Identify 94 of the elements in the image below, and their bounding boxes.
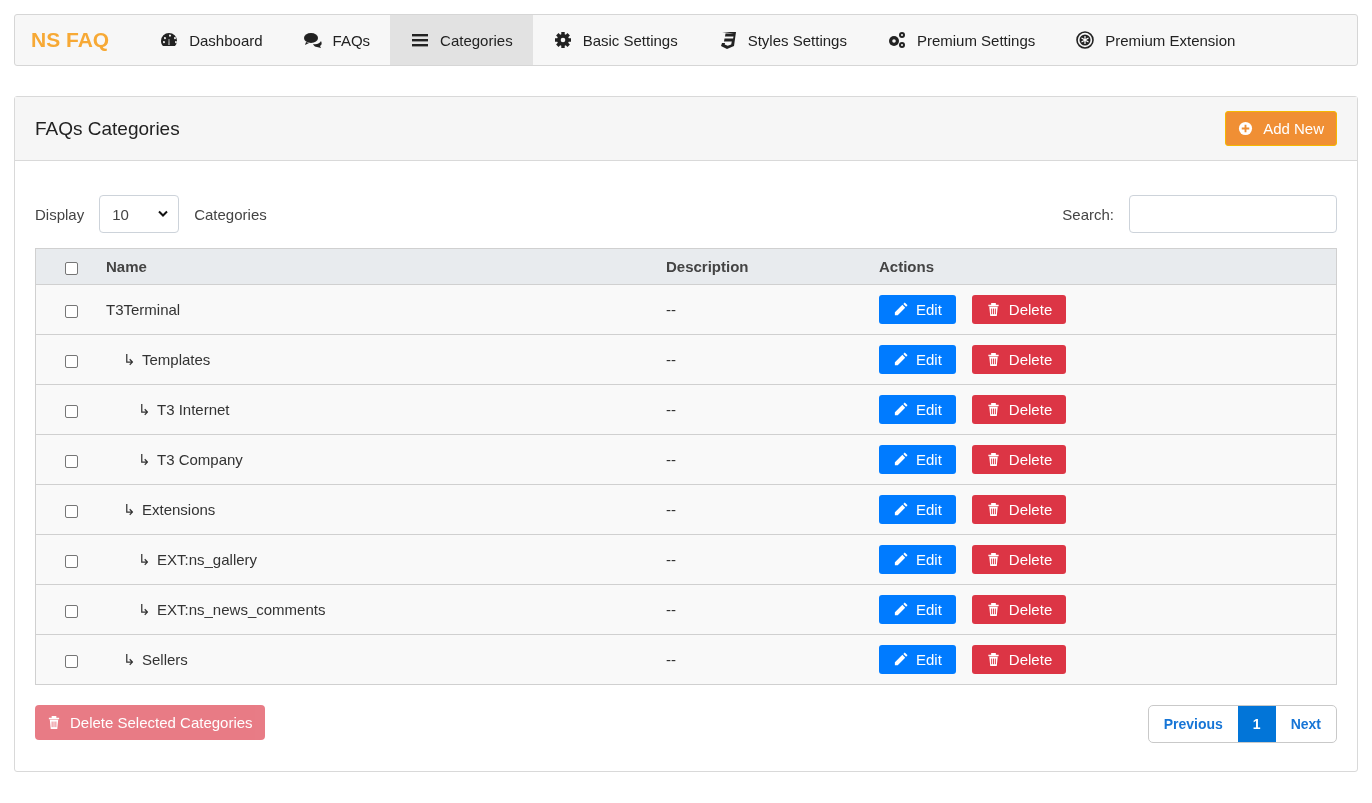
indent-arrow: ↳ xyxy=(138,550,151,569)
indent-arrow: ↳ xyxy=(123,350,136,369)
brand-logo: NS FAQ xyxy=(30,27,111,53)
delete-button[interactable]: Delete xyxy=(971,445,1067,474)
page-length-select[interactable]: 10 xyxy=(99,195,180,233)
category-name: EXT:ns_gallery xyxy=(157,551,258,568)
pencil-icon xyxy=(893,352,908,367)
edit-button[interactable]: Edit xyxy=(879,595,956,624)
emblem-icon xyxy=(1075,31,1096,49)
pencil-icon xyxy=(893,402,908,417)
pencil-icon xyxy=(893,552,908,567)
row-checkbox[interactable] xyxy=(64,654,78,668)
row-checkbox[interactable] xyxy=(64,404,78,418)
nav-tab[interactable]: Categories xyxy=(390,15,533,65)
settings-icon xyxy=(552,31,573,49)
page-link[interactable]: Next xyxy=(1275,706,1336,742)
trash-icon xyxy=(47,714,61,730)
search-label: Search: xyxy=(1062,205,1114,223)
delete-button[interactable]: Delete xyxy=(971,295,1067,324)
delete-button[interactable]: Delete xyxy=(971,545,1067,574)
delete-button[interactable]: Delete xyxy=(971,345,1067,374)
category-name: Sellers xyxy=(142,651,188,668)
category-description: -- xyxy=(666,284,879,335)
category-name: T3 Company xyxy=(157,451,243,468)
nav-tab[interactable]: Basic Settings xyxy=(532,15,698,65)
column-header: Description xyxy=(666,248,879,285)
trash-icon xyxy=(985,452,1001,467)
indent-arrow: ↳ xyxy=(138,450,151,469)
column-header: Name xyxy=(106,248,666,285)
nav-tab[interactable]: Premium Settings xyxy=(866,15,1056,65)
select-all-checkbox[interactable] xyxy=(64,261,78,275)
chat-bubbles-icon xyxy=(302,31,323,49)
category-name: T3Terminal xyxy=(106,301,181,318)
display-label: Display xyxy=(35,205,85,223)
edit-button[interactable]: Edit xyxy=(879,445,956,474)
edit-button[interactable]: Edit xyxy=(879,645,956,674)
category-name: T3 Internet xyxy=(157,401,230,418)
edit-button[interactable]: Edit xyxy=(879,395,956,424)
category-description: -- xyxy=(666,434,879,485)
trash-icon xyxy=(985,502,1001,517)
indent-arrow: ↳ xyxy=(123,500,136,519)
card-title: FAQs Categories xyxy=(35,117,180,140)
nav-tab[interactable]: Dashboard xyxy=(139,15,283,65)
trash-icon xyxy=(985,552,1001,567)
chevron-down-icon xyxy=(158,210,169,218)
indent-arrow: ↳ xyxy=(138,600,151,619)
edit-button[interactable]: Edit xyxy=(879,295,956,324)
category-description: -- xyxy=(666,384,879,435)
delete-button[interactable]: Delete xyxy=(971,595,1067,624)
delete-button[interactable]: Delete xyxy=(971,395,1067,424)
delete-button[interactable]: Delete xyxy=(971,645,1067,674)
edit-button[interactable]: Edit xyxy=(879,545,956,574)
indent-arrow: ↳ xyxy=(138,400,151,419)
add-new-button[interactable]: Add New xyxy=(1225,111,1337,146)
trash-icon xyxy=(985,302,1001,317)
row-checkbox[interactable] xyxy=(64,504,78,518)
trash-icon xyxy=(985,402,1001,417)
trash-icon xyxy=(985,602,1001,617)
gauge-icon xyxy=(159,31,180,49)
row-checkbox[interactable] xyxy=(64,304,78,318)
page-link[interactable]: 1 xyxy=(1237,706,1276,742)
category-description: -- xyxy=(666,534,879,585)
pencil-icon xyxy=(893,302,908,317)
category-description: -- xyxy=(666,484,879,535)
row-checkbox[interactable] xyxy=(64,554,78,568)
category-name: EXT:ns_news_comments xyxy=(157,601,326,618)
indent-arrow: ↳ xyxy=(123,650,136,669)
row-checkbox[interactable] xyxy=(64,604,78,618)
nav-tab[interactable]: Styles Settings xyxy=(697,15,867,65)
page-link[interactable]: Previous xyxy=(1148,706,1238,742)
gears-icon xyxy=(886,31,907,49)
column-header: Actions xyxy=(879,248,1337,285)
nav-tab[interactable]: Premium Extension xyxy=(1055,15,1256,65)
trash-icon xyxy=(985,652,1001,667)
search-field[interactable] xyxy=(1129,195,1337,233)
nav-tab[interactable]: FAQs xyxy=(282,15,391,65)
category-description: -- xyxy=(666,584,879,635)
pencil-icon xyxy=(893,452,908,467)
row-checkbox[interactable] xyxy=(64,354,78,368)
edit-button[interactable]: Edit xyxy=(879,495,956,524)
pencil-icon xyxy=(893,652,908,667)
pencil-icon xyxy=(893,502,908,517)
category-description: -- xyxy=(666,634,879,685)
category-description: -- xyxy=(666,334,879,385)
delete-button[interactable]: Delete xyxy=(971,495,1067,524)
pencil-icon xyxy=(893,602,908,617)
category-name: Extensions xyxy=(142,501,216,518)
edit-button[interactable]: Edit xyxy=(879,345,956,374)
menu-icon xyxy=(410,31,431,49)
categories-label: Categories xyxy=(194,205,267,223)
category-name: Templates xyxy=(142,351,211,368)
row-checkbox[interactable] xyxy=(64,454,78,468)
trash-icon xyxy=(985,352,1001,367)
plus-circle-icon xyxy=(1238,121,1254,136)
